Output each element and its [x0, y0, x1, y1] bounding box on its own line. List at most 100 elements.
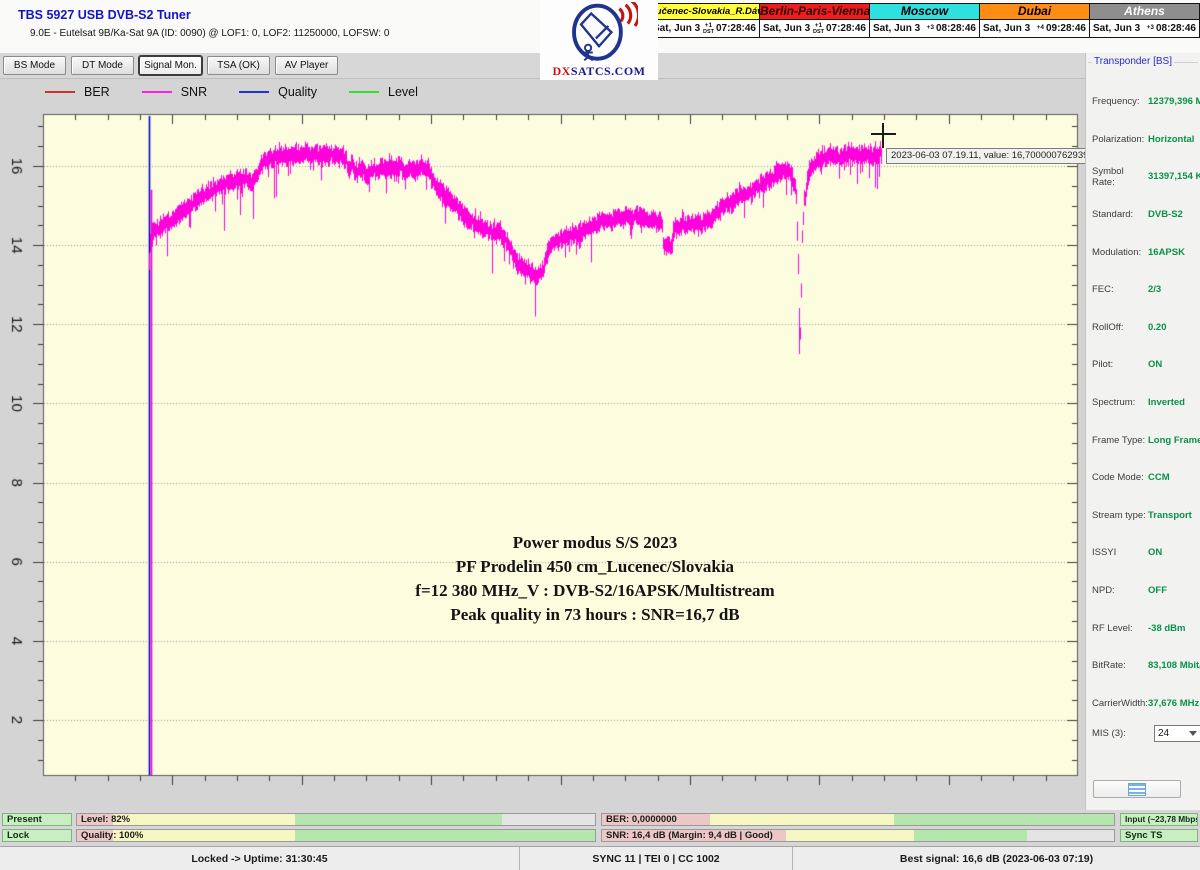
- clock-city-label: Berlin-Paris-Vienna-Belgrade: [760, 4, 869, 20]
- snr-bar-label: SNR: 16,4 dB (Margin: 9,4 dB | Good): [606, 830, 773, 842]
- field-value: 31397,154 KS/s: [1148, 171, 1200, 182]
- field-value: Transport: [1148, 510, 1192, 521]
- annotation-line: f=12 380 MHz_V : DVB-S2/16APSK/Multistre…: [180, 579, 1010, 603]
- legend-item: BER: [45, 85, 110, 99]
- clock-city-label: Dubai: [980, 4, 1089, 20]
- mode-tab[interactable]: AV Player: [275, 56, 338, 75]
- crosshair-icon: [871, 133, 896, 135]
- field-value: DVB-S2: [1148, 209, 1183, 220]
- clock-panel: Moscow Sat, Jun 3 +3 08:28:46: [869, 4, 979, 37]
- clock-time-row: Sat, Jun 3 +1 DST 07:28:46: [650, 20, 759, 37]
- mis-label: MIS (3):: [1092, 728, 1148, 739]
- clock-time: 08:28:46: [936, 23, 976, 34]
- mode-tab[interactable]: Signal Mon.: [139, 56, 202, 75]
- mis-dropdown[interactable]: 24: [1154, 725, 1200, 742]
- clock-panel: Lučenec-Slovakia_R.Dávid Sat, Jun 3 +1 D…: [649, 4, 759, 37]
- bar-segment: [786, 830, 914, 841]
- clock-date: Sat, Jun 3: [653, 23, 700, 34]
- quality-bar: Quality: 100%: [76, 829, 596, 842]
- snr-bar: SNR: 16,4 dB (Margin: 9,4 dB | Good): [601, 829, 1115, 842]
- clock-time-row: Sat, Jun 3 +4 09:28:46: [980, 20, 1089, 37]
- clock-panel: Dubai Sat, Jun 3 +4 09:28:46: [979, 4, 1089, 37]
- transponder-field: NPD: OFF: [1086, 572, 1200, 610]
- status-uptime: Locked -> Uptime: 31:30:45: [0, 847, 520, 870]
- transponder-field: Stream type: Transport: [1086, 497, 1200, 535]
- field-label: Stream type:: [1092, 510, 1148, 521]
- field-value: -38 dBm: [1148, 623, 1185, 634]
- clock-utc-offset: +3: [927, 25, 934, 32]
- field-value: 16APSK: [1148, 247, 1185, 258]
- field-value: ON: [1148, 547, 1162, 558]
- transponder-field: Code Mode: CCM: [1086, 459, 1200, 497]
- legend-line-swatch: [45, 91, 75, 93]
- app-title: TBS 5927 USB DVB-S2 Tuner: [18, 8, 191, 22]
- clock-utc-offset: +1 DST: [703, 23, 714, 35]
- clock-utc-offset: +1 DST: [813, 23, 824, 35]
- field-value: 83,108 Mbit/s: [1148, 660, 1200, 671]
- app-window: TBS 5927 USB DVB-S2 Tuner 9.0E - Eutelsa…: [0, 0, 1200, 870]
- bar-segment: [295, 830, 595, 841]
- crosshair-icon: [882, 123, 884, 148]
- field-value: 12379,396 MHz: [1148, 96, 1200, 107]
- field-label: CarrierWidth:: [1092, 698, 1148, 709]
- transponder-field: ISSYI ON: [1086, 534, 1200, 572]
- stripes-icon: [1128, 783, 1146, 796]
- clock-city-label: Athens: [1090, 4, 1199, 20]
- transponder-field: Modulation: 16APSK: [1086, 233, 1200, 271]
- field-value: CCM: [1148, 472, 1170, 483]
- clock-city-label: Lučenec-Slovakia_R.Dávid: [650, 4, 759, 20]
- legend-item: Quality: [239, 85, 317, 99]
- bar-segment: [113, 814, 294, 825]
- mode-tab[interactable]: BS Mode: [3, 56, 66, 75]
- chevron-down-icon: [1189, 731, 1197, 736]
- clock-date: Sat, Jun 3: [983, 23, 1030, 34]
- transponder-field: Polarization: Horizontal: [1086, 121, 1200, 159]
- field-label: Symbol Rate:: [1092, 166, 1148, 188]
- legend-item: SNR: [142, 85, 207, 99]
- legend-line-swatch: [349, 91, 379, 93]
- transponder-field: Spectrum: Inverted: [1086, 384, 1200, 422]
- clock-date: Sat, Jun 3: [763, 23, 810, 34]
- dxsatcs-logo: DXSATCS.COM: [540, 0, 658, 80]
- transponder-field: BitRate: 83,108 Mbit/s: [1086, 647, 1200, 685]
- status-best-signal: Best signal: 16,6 dB (2023-06-03 07:19): [793, 847, 1200, 870]
- level-bar-label: Level: 82%: [81, 814, 130, 826]
- bar-segment: [1027, 830, 1114, 841]
- clock-time: 07:28:46: [826, 23, 866, 34]
- field-label: FEC:: [1092, 284, 1148, 295]
- bar-segment: [914, 830, 1027, 841]
- clock-time: 08:28:46: [1156, 23, 1196, 34]
- legend-line-swatch: [142, 91, 172, 93]
- transponder-field: RF Level: -38 dBm: [1086, 609, 1200, 647]
- field-label: RollOff:: [1092, 322, 1148, 333]
- clock-utc-offset: +4: [1037, 25, 1044, 32]
- transponder-fields: Frequency: 12379,396 MHz Polarization: H…: [1086, 83, 1200, 722]
- clock-time-row: Sat, Jun 3 +3 08:28:46: [870, 20, 979, 37]
- satellite-dish-icon: [560, 2, 638, 64]
- clock-city-label: Moscow: [870, 4, 979, 20]
- transponder-field: Standard: DVB-S2: [1086, 196, 1200, 234]
- field-value: Long Frame: [1148, 435, 1200, 446]
- transponder-field: Pilot: ON: [1086, 346, 1200, 384]
- mode-tab[interactable]: TSA (OK): [207, 56, 270, 75]
- panel-toggle-button[interactable]: [1093, 780, 1181, 798]
- clock-time: 07:28:46: [716, 23, 756, 34]
- clock-time-row: Sat, Jun 3 +3 08:28:46: [1090, 20, 1199, 37]
- header: TBS 5927 USB DVB-S2 Tuner 9.0E - Eutelsa…: [0, 0, 1200, 53]
- annotation-line: Peak quality in 73 hours : SNR=16,7 dB: [180, 603, 1010, 627]
- field-label: Modulation:: [1092, 247, 1148, 258]
- level-bar: Level: 82%: [76, 813, 596, 826]
- transponder-field: RollOff: 0.20: [1086, 309, 1200, 347]
- transponder-field: Frequency: 12379,396 MHz: [1086, 83, 1200, 121]
- field-label: RF Level:: [1092, 623, 1148, 634]
- field-value: 2/3: [1148, 284, 1161, 295]
- field-value: ON: [1148, 359, 1162, 370]
- annotation-line: Power modus S/S 2023: [180, 531, 1010, 555]
- clock-date: Sat, Jun 3: [873, 23, 920, 34]
- field-label: NPD:: [1092, 585, 1148, 596]
- bar-segment: [894, 814, 1114, 825]
- signal-chart-canvas[interactable]: [0, 79, 1085, 811]
- field-label: BitRate:: [1092, 660, 1148, 671]
- legend-item: Level: [349, 85, 418, 99]
- mode-tab[interactable]: DT Mode: [71, 56, 134, 75]
